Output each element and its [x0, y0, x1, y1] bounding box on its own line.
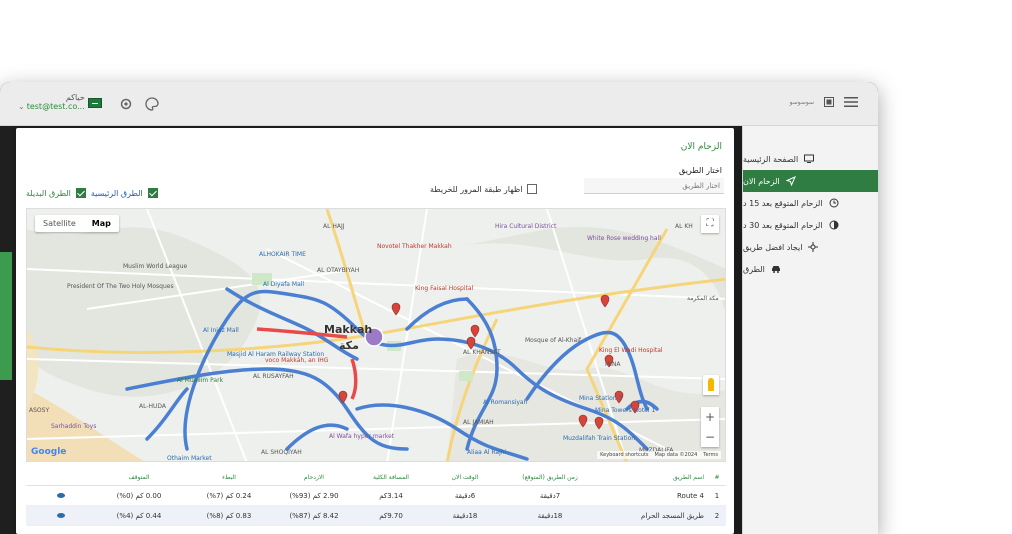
fullscreen-icon[interactable]: ⛶ [701, 215, 719, 233]
palette-icon[interactable] [144, 96, 160, 112]
gear-icon[interactable] [118, 96, 134, 112]
map-label-two-holy: President Of The Two Holy Mosques [67, 283, 174, 290]
map-label-asosy: ASOSY [29, 407, 50, 414]
tab-satellite[interactable]: Satellite [35, 215, 84, 232]
map-label-novotel: Novotel Thakher Makkah [377, 243, 452, 250]
chevron-down-icon: ⌄ [18, 101, 25, 111]
terms-link[interactable]: Terms [703, 452, 718, 458]
map-label-hira: Hira Cultural District [495, 223, 557, 230]
map-label-mina-tower: Mina Towers Hotel 1 [595, 407, 656, 414]
map-label-wadi-hospital: King El Wadi Hospital [599, 347, 663, 354]
map-label-makkah-ar-right: مكة المكرمة [687, 295, 719, 302]
map-label-romansiyah: Al Romansiyah [483, 399, 528, 406]
top-bar: حياكم ⌄ test@test.co... ﺳﻮﺳﻮﺳﻮ [0, 82, 878, 126]
traffic-panel: الزحام الان اختار الطريق اظهار طبقة المر… [16, 128, 734, 534]
language-flag-icon[interactable] [88, 98, 102, 108]
clock-icon [829, 198, 839, 208]
sidebar: الصفحة الرئيسية الزحام الان الزحام المتو… [742, 126, 878, 534]
traffic-layer-checkbox[interactable] [526, 184, 537, 194]
map-data-credit: Map data ©2024 [654, 452, 698, 458]
route-select-input[interactable] [584, 178, 724, 194]
alt-routes-checkbox[interactable] [75, 188, 86, 198]
map-label-injaz: Al Injaz Mall [203, 327, 239, 334]
map-label-muslim-league: Muslim World League [123, 263, 188, 270]
sidebar-item-traffic-15[interactable]: الزحام المتوقع بعد 15 د [743, 192, 878, 214]
table-row[interactable]: 1 Route 4 7دقيقة 6دقيقة 3.14كم 2.90 كم (… [26, 486, 726, 506]
map-label-othaim: Othaim Market [167, 455, 212, 462]
map-attribution: Keyboard shortcuts Map data ©2024 Terms [597, 451, 721, 459]
google-logo: Google [31, 447, 67, 457]
table-header: # اسم الطريق زمن الطريق (المتوقع) الوقت … [26, 470, 726, 486]
route-select-label: اختار الطريق [679, 166, 722, 175]
sidebar-item-best-route[interactable]: ايجاد افضل طريق [743, 236, 878, 258]
map-label-rusayfah: AL RUSAYFAH [253, 373, 294, 380]
routes-table: # اسم الطريق زمن الطريق (المتوقع) الوقت … [26, 470, 726, 526]
map-label-muallim: Al Muallim Park [177, 377, 224, 384]
map-label-otaybiyah: AL OTAYBIYAH [317, 267, 360, 274]
zoom-out-button[interactable]: − [701, 427, 719, 447]
map-label-voco: voco Makkah, an IHG [265, 357, 329, 364]
app-logo-icon [824, 97, 834, 107]
map-label-rajhi: Aliaa Al Rajhi [467, 449, 507, 456]
map-label-mina: MINA [605, 361, 621, 368]
map-view[interactable]: Makkah مكة AL HAJJ Hira Cultural Distric… [26, 208, 726, 462]
user-menu[interactable]: حياكم ⌄ test@test.co... [18, 93, 85, 113]
map-label-makkah: Makkah [324, 323, 373, 336]
sidebar-item-home[interactable]: الصفحة الرئيسية [743, 148, 878, 170]
zoom-in-button[interactable]: + [701, 407, 719, 427]
map-label-white-rose: White Rose wedding hall [587, 235, 661, 242]
send-icon [785, 176, 796, 186]
half-circle-icon [829, 220, 839, 230]
sidebar-item-roads[interactable]: الطرق [743, 258, 878, 280]
map-label-muzdalifa-station: Muzdalifah Train Station [563, 435, 636, 442]
sidebar-item-traffic-now[interactable]: الزحام الان [743, 170, 878, 192]
map-label-wafa: Al Wafa hyper market [329, 433, 395, 440]
map-label-al-kh: AL KH [675, 223, 693, 230]
map-label-mina-station: Mina Station 3 [579, 395, 623, 402]
keyboard-shortcuts-link[interactable]: Keyboard shortcuts [600, 452, 648, 458]
page-title: الزحام الان [680, 142, 722, 152]
brand-logo: ﺳﻮﺳﻮﺳﻮ [789, 98, 814, 106]
map-label-king-faisal: King Faisal Hospital [415, 285, 474, 292]
map-label-khaif: Mosque of Al-Khaif [525, 337, 582, 344]
route-icon [808, 242, 819, 252]
map-label-jamiah: AL JAMIAH [463, 419, 494, 426]
map-label-al-huda: AL-HUDA [139, 403, 167, 410]
map-label-al-hajj: AL HAJJ [323, 223, 345, 230]
app-window: حياكم ⌄ test@test.co... ﺳﻮﺳﻮﺳﻮ الصفحة الر… [0, 82, 878, 534]
map-label-hokair: ALHOKAIR TIME [259, 251, 306, 258]
street-view-pegman-icon[interactable] [703, 375, 719, 395]
eye-icon[interactable] [57, 492, 65, 498]
zoom-control: + − [701, 407, 719, 447]
map-type-tabs: Satellite Map [35, 215, 119, 232]
traffic-layer-toggle[interactable]: اظهار طبقة المرور للخريطة [430, 184, 537, 194]
route-legend: الطرق الرئيسية الطرق البديلة [26, 188, 158, 198]
monitor-icon [804, 154, 815, 163]
map-label-sarhaddin: Sarhaddin Toys [51, 423, 97, 430]
tab-map[interactable]: Map [84, 215, 119, 232]
car-icon [771, 266, 780, 273]
eye-icon[interactable] [57, 512, 65, 518]
table-row[interactable]: 2 طريق المسجد الحرام 18دقيقة 18دقيقة 9.7… [26, 506, 726, 526]
sidebar-item-traffic-30[interactable]: الزحام المتوقع بعد 30 د [743, 214, 878, 236]
user-email: test@test.co... [26, 101, 85, 111]
map-label-shoqiyah: AL SHOQIYAH [261, 449, 302, 456]
alt-routes-label: الطرق البديلة [26, 188, 71, 198]
menu-icon[interactable] [844, 96, 858, 108]
map-label-diyafa: Al Diyafa Mall [263, 281, 305, 288]
main-routes-checkbox[interactable] [147, 188, 158, 198]
map-label-khansat: AL KHANSAT [463, 349, 501, 356]
map-label-makkah-ar: مكة [339, 339, 359, 352]
main-routes-label: الطرق الرئيسية [90, 188, 143, 198]
